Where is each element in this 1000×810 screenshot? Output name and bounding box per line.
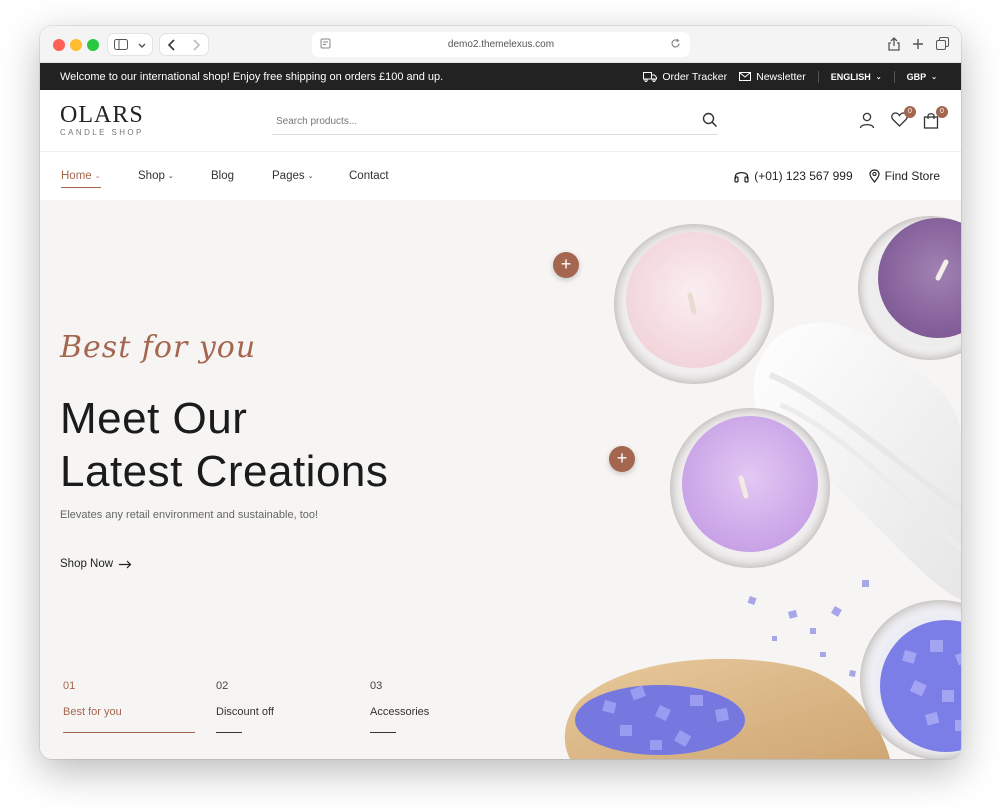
nav-item-label: Pages bbox=[272, 170, 305, 182]
search-input[interactable] bbox=[272, 109, 672, 133]
site-header: OLARS CANDLE SHOP 0 0 bbox=[40, 90, 961, 152]
slide-number: 03 bbox=[370, 680, 383, 692]
browser-toolbar: demo2.themelexus.com bbox=[40, 26, 961, 63]
nav-contact-info: (+01) 123 567 999 Find Store bbox=[734, 169, 940, 183]
topbar-divider bbox=[817, 70, 819, 83]
tab-overview-icon[interactable] bbox=[936, 37, 949, 56]
slide-indicator bbox=[216, 732, 242, 733]
plus-icon: + bbox=[616, 448, 628, 468]
share-icon[interactable] bbox=[888, 37, 900, 56]
site-logo[interactable]: OLARS CANDLE SHOP bbox=[60, 102, 144, 137]
envelope-icon bbox=[739, 72, 752, 81]
hero-subtitle: Elevates any retail environment and sust… bbox=[60, 509, 319, 521]
truck-icon bbox=[643, 71, 658, 82]
arrow-right-icon bbox=[119, 560, 132, 568]
find-store-label: Find Store bbox=[884, 169, 940, 183]
language-label: ENGLISH bbox=[830, 71, 871, 82]
language-selector[interactable]: ENGLISH ⌄ bbox=[831, 72, 882, 82]
header-actions: 0 0 bbox=[859, 106, 948, 130]
candles-hero-image bbox=[564, 216, 961, 759]
main-nav: Home ⌄ Shop ⌄ Blog Pages ⌄ Contact (+01)… bbox=[40, 152, 961, 200]
new-tab-icon[interactable] bbox=[912, 37, 924, 56]
cart-button[interactable]: 0 bbox=[923, 106, 948, 130]
chevron-down-icon: ⌄ bbox=[931, 73, 937, 81]
browser-actions bbox=[888, 37, 949, 56]
page-settings-icon[interactable] bbox=[320, 38, 331, 52]
order-tracker-label: Order Tracker bbox=[662, 70, 728, 83]
topbar-divider bbox=[893, 70, 895, 83]
hero-title: Meet Our Latest Creations bbox=[60, 392, 388, 498]
chevron-down-icon: ⌄ bbox=[307, 173, 314, 180]
headphones-icon bbox=[734, 171, 749, 183]
announcement-text: Welcome to our international shop! Enjoy… bbox=[60, 71, 444, 83]
user-icon bbox=[859, 112, 875, 129]
nav-item-label: Contact bbox=[349, 170, 389, 182]
hero-title-line: Meet Our bbox=[60, 394, 248, 443]
shop-now-label: Shop Now bbox=[60, 558, 114, 570]
wishlist-button[interactable]: 0 bbox=[891, 106, 916, 130]
nav-item-home[interactable]: Home ⌄ bbox=[61, 170, 101, 188]
slide-label: Best for you bbox=[63, 706, 122, 718]
hero-slide-tab-1[interactable]: 01 Best for you bbox=[63, 680, 195, 733]
chevron-down-icon: ⌄ bbox=[94, 173, 101, 180]
nav-item-blog[interactable]: Blog bbox=[211, 170, 234, 182]
newsletter-label: Newsletter bbox=[756, 70, 806, 83]
hero-slide-tab-2[interactable]: 02 Discount off bbox=[216, 680, 348, 733]
map-pin-icon bbox=[869, 169, 880, 183]
reload-icon[interactable] bbox=[670, 38, 681, 52]
logo-wordmark: OLARS bbox=[60, 102, 144, 128]
wishlist-count-badge: 0 bbox=[904, 106, 916, 118]
browser-window: demo2.themelexus.com Welcome to our inte… bbox=[40, 26, 961, 759]
chevron-right-icon bbox=[193, 38, 201, 51]
product-hotspot-1[interactable]: + bbox=[553, 252, 579, 278]
nav-item-pages[interactable]: Pages ⌄ bbox=[272, 170, 313, 182]
nav-item-label: Blog bbox=[211, 170, 235, 182]
product-hotspot-2[interactable]: + bbox=[609, 446, 635, 472]
nav-item-shop[interactable]: Shop ⌄ bbox=[138, 170, 174, 182]
nav-item-contact[interactable]: Contact bbox=[349, 170, 389, 182]
back-button[interactable] bbox=[160, 38, 184, 51]
nav-item-label: Home bbox=[61, 170, 92, 182]
hero-script-heading: Best for you bbox=[60, 330, 257, 365]
plus-icon: + bbox=[560, 254, 572, 274]
minimize-window-button[interactable] bbox=[70, 39, 82, 51]
history-nav bbox=[159, 33, 209, 56]
currency-selector[interactable]: GBP ⌄ bbox=[907, 72, 937, 82]
find-store-link[interactable]: Find Store bbox=[869, 169, 940, 183]
search-icon[interactable] bbox=[702, 112, 718, 133]
hero-banner: Best for you Meet Our Latest Creations E… bbox=[40, 200, 961, 759]
address-bar[interactable]: demo2.themelexus.com bbox=[312, 32, 690, 57]
sidebar-toggle-button[interactable] bbox=[107, 33, 153, 56]
order-tracker-link[interactable]: Order Tracker bbox=[643, 71, 727, 83]
slide-number: 02 bbox=[216, 680, 229, 692]
phone-number: (+01) 123 567 999 bbox=[754, 169, 853, 183]
url-text: demo2.themelexus.com bbox=[447, 39, 555, 50]
forward-button[interactable] bbox=[184, 38, 208, 51]
search-bar bbox=[272, 109, 718, 135]
slide-label: Accessories bbox=[370, 706, 430, 718]
hero-title-line: Latest Creations bbox=[60, 447, 389, 496]
shop-now-button[interactable]: Shop Now bbox=[60, 558, 132, 570]
currency-label: GBP bbox=[906, 71, 927, 82]
slide-number: 01 bbox=[63, 680, 76, 692]
nav-item-label: Shop bbox=[138, 170, 165, 182]
slide-indicator bbox=[370, 732, 396, 733]
chevron-down-icon: ⌄ bbox=[875, 73, 882, 81]
topbar-links: Order Tracker Newsletter ENGLISH ⌄ GBP ⌄ bbox=[643, 63, 937, 90]
slide-indicator bbox=[63, 732, 195, 733]
chevron-left-icon bbox=[167, 38, 175, 51]
newsletter-link[interactable]: Newsletter bbox=[739, 71, 806, 83]
account-button[interactable] bbox=[859, 112, 877, 130]
phone-link[interactable]: (+01) 123 567 999 bbox=[734, 169, 853, 183]
maximize-window-button[interactable] bbox=[87, 39, 99, 51]
announcement-bar: Welcome to our international shop! Enjoy… bbox=[40, 63, 961, 90]
close-window-button[interactable] bbox=[53, 39, 65, 51]
sidebar-icon bbox=[113, 39, 128, 50]
slide-label: Discount off bbox=[216, 706, 274, 718]
cart-count-badge: 0 bbox=[936, 106, 948, 118]
logo-tagline: CANDLE SHOP bbox=[60, 128, 144, 137]
hero-slide-tab-3[interactable]: 03 Accessories bbox=[370, 680, 502, 733]
chevron-down-icon: ⌄ bbox=[167, 173, 174, 180]
chevron-down-icon bbox=[138, 43, 145, 48]
